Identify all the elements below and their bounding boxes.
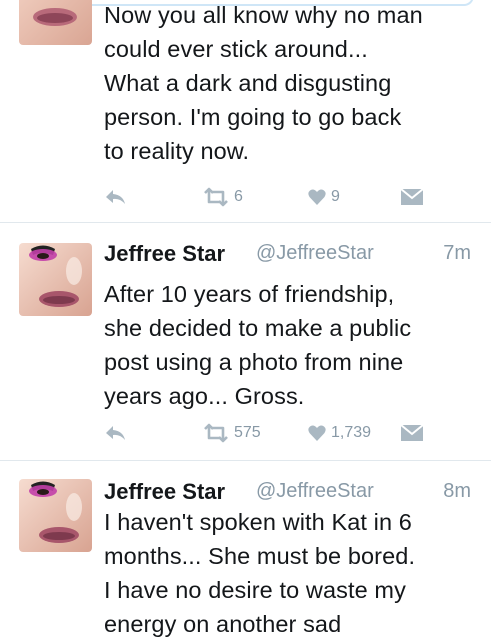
avatar-image (19, 243, 92, 316)
direct-message-button[interactable] (400, 185, 424, 209)
author-handle[interactable]: @JeffreeStar (256, 480, 374, 503)
avatar-image (19, 0, 92, 45)
reply-button[interactable] (104, 185, 128, 209)
envelope-icon (400, 188, 424, 205)
retweet-button[interactable]: 6 (202, 185, 243, 209)
avatar[interactable] (19, 479, 92, 552)
like-count: 9 (331, 188, 340, 205)
like-count: 1,739 (331, 424, 372, 441)
avatar-image (19, 479, 92, 552)
like-button[interactable]: 9 (307, 185, 340, 209)
reply-button[interactable] (104, 421, 128, 445)
author-handle[interactable]: @JeffreeStar (256, 242, 374, 265)
avatar[interactable] (19, 243, 92, 316)
tweet-timestamp[interactable]: 7m (443, 242, 471, 265)
tweet-actions: 6 9 (104, 185, 434, 209)
tweet-header: Jeffree Star @JeffreeStar 7m (104, 241, 471, 269)
like-button[interactable]: 1,739 (307, 421, 371, 445)
author-name[interactable]: Jeffree Star (104, 241, 225, 267)
retweet-count: 575 (234, 424, 261, 441)
tweet-1[interactable]: Now you all know why no man could ever s… (0, 0, 491, 222)
tweet-text: I haven't spoken with Kat in 6 months...… (104, 509, 416, 637)
reply-icon (106, 190, 125, 204)
tweet-text: Now you all know why no man could ever s… (104, 2, 423, 164)
avatar[interactable] (19, 0, 92, 45)
retweet-button[interactable]: 575 (202, 421, 261, 445)
envelope-icon (400, 424, 424, 441)
tweet-timestamp[interactable]: 8m (443, 480, 471, 503)
reply-icon (106, 426, 125, 440)
tweet-2[interactable]: Jeffree Star @JeffreeStar 7m After 10 ye… (0, 223, 491, 460)
tweet-header: Jeffree Star @JeffreeStar 8m (104, 479, 471, 507)
tweet-actions: 575 1,739 (104, 421, 434, 445)
heart-icon (308, 425, 326, 441)
heart-icon (308, 189, 326, 205)
direct-message-button[interactable] (400, 421, 424, 445)
retweet-count: 6 (234, 188, 243, 205)
tweet-text: After 10 years of friendship, she decide… (104, 281, 412, 409)
author-name[interactable]: Jeffree Star (104, 479, 225, 505)
retweet-icon (204, 423, 228, 443)
retweet-icon (204, 187, 228, 207)
tweet-3[interactable]: Jeffree Star @JeffreeStar 8m I haven't s… (0, 461, 491, 640)
